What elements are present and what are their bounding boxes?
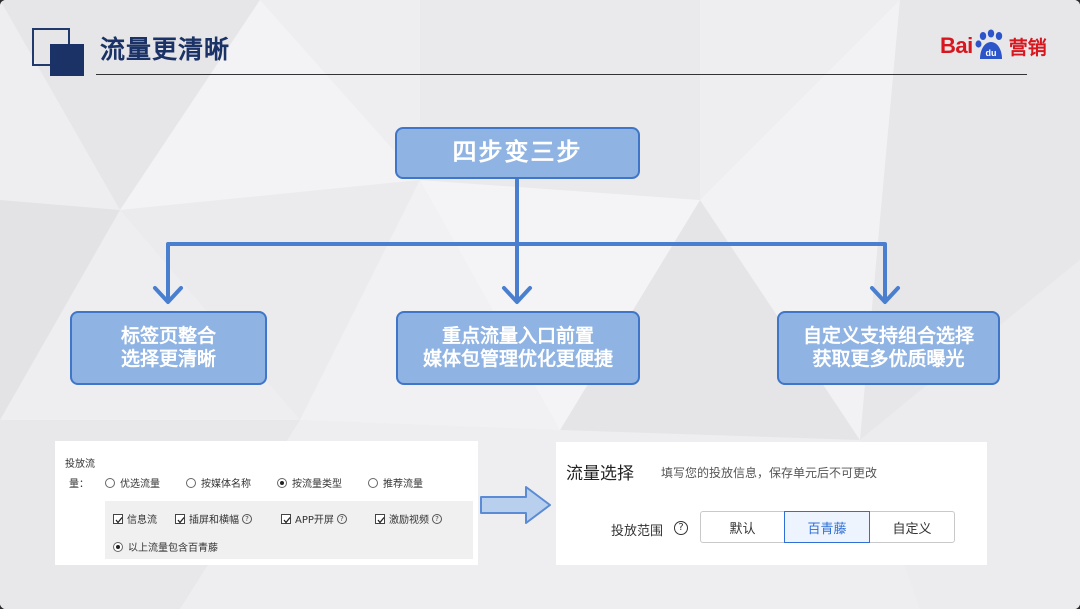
radio-include-baiqingteng[interactable]: 以上流量包含百青藤 [113,539,218,554]
traffic-type-options: 信息流 插屏和横幅 ? APP开屏 ? 激励视频 ? 以上流量包含百青藤 [105,501,473,559]
radio-label: 优选流量 [120,479,160,490]
checkbox-label: APP开屏 [295,515,334,526]
traffic-selection-hint: 填写您的投放信息，保存单元后不可更改 [661,466,878,480]
flow-top-label: 四步变三步 [452,138,583,167]
flow-box-middle: 重点流量入口前置 媒体包管理优化更便捷 [396,311,640,385]
radio-circle[interactable] [186,477,196,488]
checkbox-label: 信息流 [127,515,157,526]
checkbox-checked-icon[interactable] [113,513,123,524]
radio-label: 按流量类型 [292,479,342,490]
new-traffic-selector: 流量选择 填写您的投放信息，保存单元后不可更改 投放范围 ? 默认 百青藤 自定… [556,442,987,565]
checkbox-checked-icon[interactable] [175,513,185,524]
flow-right-line2: 获取更多优质曝光 [812,348,965,370]
radio-circle-selected[interactable] [113,541,123,552]
flow-left-line2: 选择更清晰 [120,348,216,370]
checkbox-label: 插屏和横幅 [189,515,239,526]
transition-arrow-icon [480,486,551,524]
flow-left-line1: 标签页整合 [120,324,216,347]
radio-circle[interactable] [368,477,378,488]
radio-preferred-traffic[interactable]: 优选流量 [105,475,160,490]
checkbox-app-splash[interactable]: APP开屏 ? [281,511,347,526]
placement-scope-label: 投放范围 [611,524,664,539]
help-icon[interactable]: ? [674,521,688,535]
slide: 流量更清晰 Bai du 营销 四步变三步 标签页整合 选择更清晰 重点流量入口… [0,0,1080,609]
old-traffic-selector: 投放流 量： 优选流量 按媒体名称 按流量类型 推荐流量 信息流 插屏和横幅 ?… [55,441,478,565]
traffic-label-line2: 量： [69,479,89,490]
radio-label: 推荐流量 [383,479,423,490]
checkbox-feed[interactable]: 信息流 [113,511,157,526]
traffic-selection-title: 流量选择 [566,464,634,484]
checkbox-label: 激励视频 [389,515,429,526]
help-icon[interactable]: ? [432,513,442,524]
flow-box-right: 自定义支持组合选择 获取更多优质曝光 [777,311,1000,385]
radio-label: 以上流量包含百青藤 [128,543,218,554]
segment-default[interactable]: 默认 [700,511,785,543]
checkbox-interstitial-banner[interactable]: 插屏和横幅 ? [175,511,252,526]
radio-by-media-name[interactable]: 按媒体名称 [186,475,251,490]
radio-by-traffic-type[interactable]: 按流量类型 [277,475,342,490]
help-icon[interactable]: ? [242,513,252,524]
traffic-label-line1: 投放流 [65,459,95,470]
checkbox-checked-icon[interactable] [375,513,385,524]
radio-recommended-traffic[interactable]: 推荐流量 [368,475,423,490]
flow-right-line1: 自定义支持组合选择 [802,324,974,347]
flow-middle-line2: 媒体包管理优化更便捷 [422,348,613,370]
radio-label: 按媒体名称 [201,479,251,490]
flow-box-left: 标签页整合 选择更清晰 [70,311,267,385]
help-icon[interactable]: ? [336,513,347,524]
checkbox-checked-icon[interactable] [281,513,291,524]
radio-circle-selected[interactable] [277,477,287,488]
segment-custom[interactable]: 自定义 [869,511,955,543]
flow-box-top: 四步变三步 [395,127,640,179]
segment-baiqingteng-active[interactable]: 百青藤 [784,511,870,543]
flow-middle-line1: 重点流量入口前置 [441,324,594,347]
radio-circle[interactable] [105,477,115,488]
checkbox-rewarded-video[interactable]: 激励视频 ? [375,511,442,526]
